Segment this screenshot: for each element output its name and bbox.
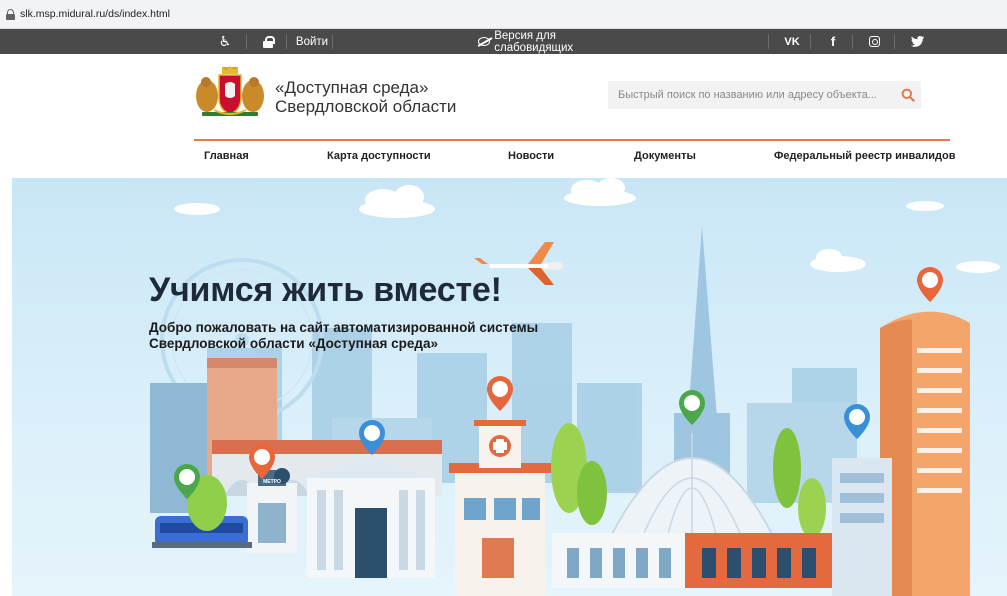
divider <box>768 34 769 49</box>
nav-item-federal-registry[interactable]: Федеральный реестр инвалидов <box>774 150 956 162</box>
eye-crossed-icon <box>478 37 491 46</box>
hero-subtitle: Добро пожаловать на сайт автоматизирован… <box>149 320 538 352</box>
museum-building <box>300 456 440 578</box>
church-spire <box>688 226 717 418</box>
clouds <box>174 178 1000 273</box>
site-title-line1: «Доступная среда» <box>275 78 429 97</box>
site-header: «Доступная среда» Свердловской области Г… <box>0 54 1007 178</box>
nav-item-news[interactable]: Новости <box>508 150 554 162</box>
accessibility-icon[interactable]: ♿ <box>214 29 236 54</box>
divider <box>246 34 247 49</box>
facebook-icon[interactable]: f <box>823 29 843 54</box>
site-title[interactable]: «Доступная среда» Свердловской области <box>275 78 456 116</box>
city-illustration: МЕТРО <box>150 178 1000 596</box>
low-vision-label: Версия для слабовидящих <box>494 29 574 54</box>
divider <box>332 34 333 49</box>
twitter-icon[interactable] <box>906 29 928 54</box>
site-title-line2: Свердловской области <box>275 97 457 116</box>
instagram-icon[interactable] <box>864 29 884 54</box>
hero-subtitle-line2: Свердловской области «Доступная среда» <box>149 336 438 351</box>
hero-banner: МЕТРО Учимся жить вместе! Добро пожалова… <box>12 178 1007 596</box>
lock-icon <box>6 8 15 20</box>
login-link[interactable]: Войти <box>294 29 330 54</box>
lock-icon[interactable] <box>258 29 278 54</box>
divider <box>894 34 895 49</box>
search-box <box>608 81 921 109</box>
hero-subtitle-line1: Добро пожаловать на сайт автоматизирован… <box>149 320 539 335</box>
nav-item-accessibility-map[interactable]: Карта доступности <box>327 150 431 162</box>
nav-item-home[interactable]: Главная <box>204 150 249 162</box>
search-icon[interactable] <box>901 88 915 102</box>
low-vision-link[interactable]: Версия для слабовидящих <box>478 29 628 54</box>
nav-item-documents[interactable]: Документы <box>634 150 696 162</box>
top-toolbar: ♿ Войти Версия для слабовидящих VK f <box>0 29 1007 54</box>
url-text[interactable]: slk.msp.midural.ru/ds/index.html <box>20 8 170 20</box>
hero-title: Учимся жить вместе! <box>149 271 502 309</box>
divider <box>810 34 811 49</box>
header-divider <box>194 139 950 141</box>
divider <box>852 34 853 49</box>
divider <box>286 34 287 49</box>
search-input[interactable] <box>608 89 883 101</box>
metro-sign: МЕТРО <box>263 479 281 485</box>
address-bar[interactable]: slk.msp.midural.ru/ds/index.html <box>0 0 1007 29</box>
vk-icon[interactable]: VK <box>781 29 803 54</box>
coat-of-arms-logo[interactable] <box>194 66 266 118</box>
